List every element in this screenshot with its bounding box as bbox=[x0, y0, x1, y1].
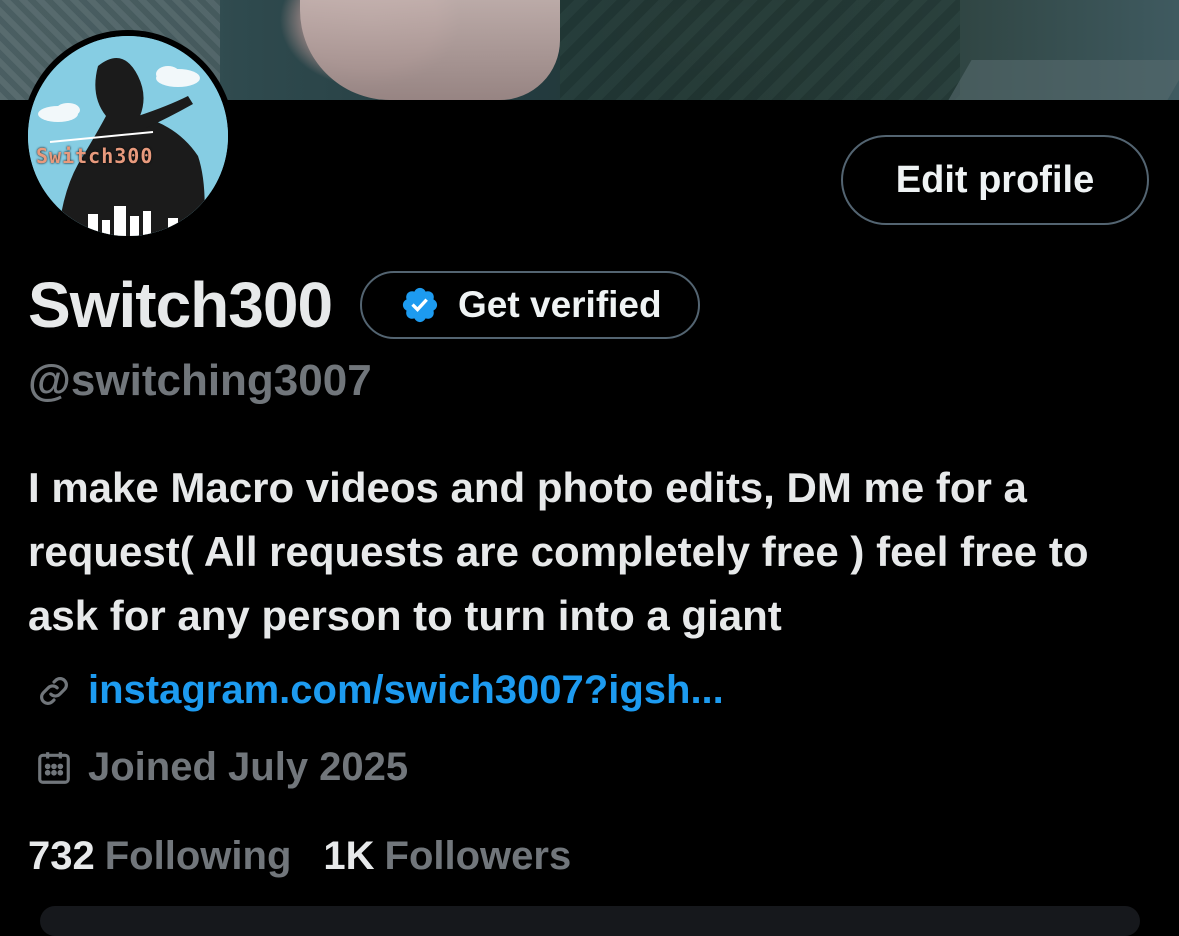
display-name: Switch300 bbox=[28, 269, 333, 341]
profile-stats: 732 Following 1K Followers bbox=[28, 834, 603, 879]
link-icon bbox=[32, 669, 76, 713]
avatar-logo-text: Switch300 bbox=[36, 144, 154, 168]
profile-link[interactable]: instagram.com/swich3007?igsh... bbox=[88, 668, 724, 713]
get-verified-label: Get verified bbox=[458, 284, 662, 325]
profile-link-row: instagram.com/swich3007?igsh... bbox=[32, 668, 724, 713]
profile-bio: I make Macro videos and photo edits, DM … bbox=[28, 464, 1089, 639]
following-link[interactable]: 732 Following bbox=[28, 834, 291, 879]
profile-handle: @switching3007 bbox=[28, 356, 372, 405]
verified-badge-icon bbox=[402, 287, 438, 323]
followers-count: 1K bbox=[323, 834, 375, 878]
followers-link[interactable]: 1K Followers bbox=[323, 834, 571, 879]
joined-date: Joined July 2025 bbox=[88, 745, 409, 789]
joined-date-row: Joined July 2025 bbox=[32, 745, 408, 790]
profile-avatar[interactable]: Switch300 bbox=[22, 30, 234, 242]
followers-label: Followers bbox=[384, 834, 572, 878]
get-verified-button[interactable]: Get verified bbox=[360, 271, 700, 339]
following-count: 732 bbox=[28, 834, 95, 878]
edit-profile-button[interactable]: Edit profile bbox=[841, 135, 1149, 225]
next-section-edge bbox=[40, 906, 1140, 936]
calendar-icon bbox=[32, 746, 76, 790]
name-row: Switch300 Get verified bbox=[28, 268, 700, 342]
following-label: Following bbox=[104, 834, 292, 878]
